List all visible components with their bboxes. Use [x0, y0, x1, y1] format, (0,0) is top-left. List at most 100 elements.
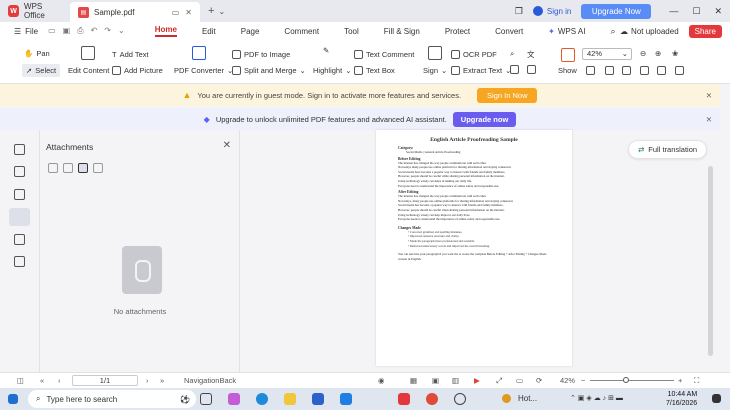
window-layout-icon[interactable]: ❐	[515, 6, 523, 17]
minimize-icon[interactable]: —	[669, 6, 678, 17]
full-translation-button[interactable]: ⇄ Full translation	[628, 140, 708, 159]
notification-icon[interactable]	[712, 394, 721, 403]
chrome-icon[interactable]	[426, 393, 438, 405]
add-attachment-icon[interactable]	[78, 163, 88, 173]
menu-comment[interactable]: Comment	[284, 27, 319, 36]
next-page-icon[interactable]: ›	[146, 376, 149, 385]
single-view-icon[interactable]: ▣	[432, 376, 439, 385]
pan-tool[interactable]: ✋ Pan	[24, 49, 50, 58]
store-icon[interactable]	[312, 393, 324, 405]
text-box-button[interactable]: Text Box	[354, 66, 395, 75]
print-icon[interactable]: ⎙	[77, 26, 83, 36]
fullscreen-icon[interactable]: ⛶	[694, 376, 699, 386]
find-icon[interactable]: ⌕	[510, 49, 514, 59]
menu-edit[interactable]: Edit	[202, 27, 216, 36]
sign-button[interactable]: Sign ⌄	[423, 66, 447, 75]
last-page-icon[interactable]: »	[160, 376, 164, 385]
fit-width-icon[interactable]	[605, 66, 614, 75]
bookmark-icon[interactable]	[14, 144, 25, 155]
screenshot-icon[interactable]	[510, 65, 519, 74]
edge-icon[interactable]	[256, 393, 268, 405]
text-comment-button[interactable]: Text Comment	[354, 50, 414, 59]
tab-list-chevron-icon[interactable]: ⌄	[218, 7, 225, 16]
open-attachment-icon[interactable]	[48, 163, 58, 173]
sidebar-toggle-icon[interactable]: ◫	[17, 376, 24, 385]
close-upgrade-banner-icon[interactable]: ✕	[706, 115, 712, 124]
dual-page-icon[interactable]	[675, 66, 684, 75]
signature-icon[interactable]	[14, 234, 25, 245]
menu-page[interactable]: Page	[241, 27, 260, 36]
zoom-in-status-icon[interactable]: +	[678, 376, 682, 385]
file-menu[interactable]: ☰ File	[14, 27, 38, 36]
copilot-icon[interactable]	[228, 393, 240, 405]
upgrade-now-banner-button[interactable]: Upgrade now	[452, 111, 517, 127]
zoom-slider[interactable]	[590, 380, 674, 381]
vertical-scrollbar[interactable]	[708, 166, 713, 356]
close-window-icon[interactable]: ✕	[714, 6, 722, 17]
task-view-icon[interactable]	[200, 393, 212, 405]
document-area[interactable]: English Article Proofreading Sample Cate…	[240, 130, 720, 372]
weather-icon[interactable]	[502, 394, 511, 403]
fit-icon[interactable]: ⤢	[496, 376, 502, 386]
menu-protect[interactable]: Protect	[445, 27, 470, 36]
pdf-converter-button[interactable]: PDF Converter ⌄	[174, 66, 233, 75]
select-tool[interactable]: ➚ Select	[22, 64, 61, 77]
page-number-input[interactable]: 1/1	[72, 375, 138, 386]
rotate-icon[interactable]	[640, 66, 649, 75]
layers-icon[interactable]	[14, 256, 25, 267]
split-merge-button[interactable]: Split and Merge ⌄	[232, 66, 306, 75]
maximize-icon[interactable]: ☐	[692, 6, 700, 17]
translate-icon[interactable]: 文	[527, 49, 535, 60]
comments-icon[interactable]	[14, 189, 25, 200]
settings-gear-icon[interactable]	[454, 393, 466, 405]
continuous-icon[interactable]	[657, 66, 666, 75]
fit-page-icon[interactable]	[586, 66, 595, 75]
prev-page-icon[interactable]: ‹	[58, 376, 61, 385]
play-icon[interactable]: ▶	[474, 376, 480, 385]
open-folder-icon[interactable]: ▭	[48, 26, 56, 36]
screen-icon[interactable]: ▭	[516, 376, 523, 385]
zoom-out-status-icon[interactable]: −	[581, 376, 585, 385]
delete-attachment-icon[interactable]	[93, 163, 103, 173]
zoom-select[interactable]: 42% ⌄	[582, 48, 632, 60]
wps-taskbar-icon[interactable]	[398, 393, 410, 405]
tab-close-icon[interactable]: ✕	[185, 8, 192, 17]
menu-tool[interactable]: Tool	[344, 27, 359, 36]
sign-in-now-button[interactable]: Sign In Now	[477, 87, 538, 103]
menu-convert[interactable]: Convert	[495, 27, 523, 36]
close-panel-icon[interactable]: ✕	[223, 140, 231, 151]
system-tray-icons[interactable]: ⌃ ▣ ◈ ☁ ♪ ⊞ ▬	[570, 394, 623, 402]
eye-icon[interactable]: ◉	[378, 376, 385, 385]
weather-label[interactable]: Hot...	[518, 394, 537, 403]
tab-sample-pdf[interactable]: ▤ Sample.pdf ▭ ✕	[70, 2, 200, 22]
upgrade-now-button[interactable]: Upgrade Now	[581, 3, 652, 19]
dual-view-icon[interactable]: ▥	[452, 376, 459, 385]
edit-content-button[interactable]: Edit Content	[68, 66, 109, 75]
search-icon[interactable]: ⌕	[610, 26, 615, 37]
zoom-in-icon[interactable]: ⊕	[655, 49, 661, 58]
sign-in-button[interactable]: Sign in	[532, 6, 571, 16]
ai-assist-icon[interactable]: ❀	[672, 49, 678, 58]
compare-icon[interactable]	[527, 65, 536, 74]
new-tab-icon[interactable]: +	[208, 5, 214, 17]
tab-restore-icon[interactable]: ▭	[172, 8, 180, 17]
attachments-icon[interactable]	[9, 208, 30, 226]
zoom-out-icon[interactable]: ⊖	[640, 49, 646, 58]
undo-icon[interactable]: ↶	[91, 26, 98, 36]
file-explorer-icon[interactable]	[284, 393, 296, 405]
add-picture-button[interactable]: Add Picture	[112, 66, 163, 75]
menu-wps-ai[interactable]: ✦ WPS AI	[548, 27, 585, 36]
mail-icon[interactable]	[340, 393, 352, 405]
quick-access-chevron-icon[interactable]: ⌄	[118, 26, 125, 36]
single-page-icon[interactable]	[622, 66, 631, 75]
menu-home[interactable]: Home	[154, 25, 177, 37]
taskbar-search[interactable]: ⌕ Type here to search ⚽	[28, 390, 196, 408]
save-icon[interactable]: ▣	[63, 26, 71, 36]
zoom-slider-handle[interactable]	[623, 377, 629, 383]
pdf-to-image-button[interactable]: PDF to Image	[232, 50, 290, 59]
navigation-back-button[interactable]: NavigationBack	[184, 376, 236, 385]
cloud-status[interactable]: ☁ Not uploaded	[620, 27, 679, 36]
menu-fill-sign[interactable]: Fill & Sign	[384, 27, 420, 36]
highlight-button[interactable]: Highlight ⌄	[313, 66, 351, 75]
extract-text-button[interactable]: Extract Text ⌄	[451, 66, 511, 75]
